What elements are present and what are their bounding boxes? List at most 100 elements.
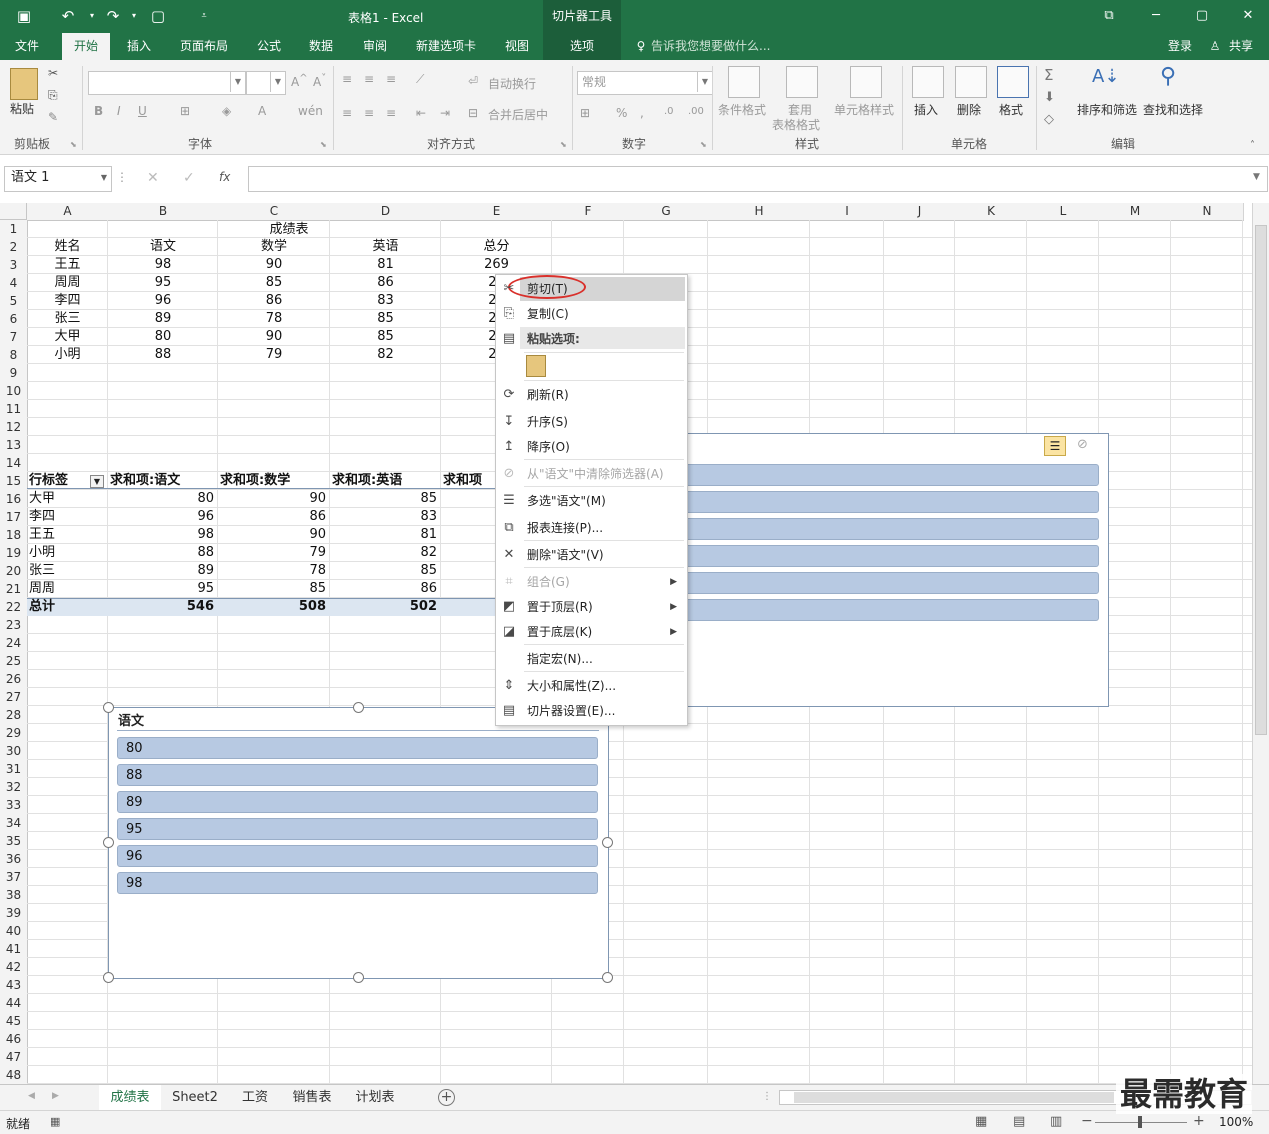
- autosum-icon[interactable]: Σ: [1044, 66, 1053, 84]
- column-header[interactable]: H: [708, 203, 811, 221]
- resize-handle[interactable]: [602, 837, 613, 848]
- cell-styles-icon[interactable]: [850, 66, 882, 98]
- context-menu-item[interactable]: 指定宏(N)...: [496, 647, 685, 671]
- multiselect-icon[interactable]: ☰: [1044, 436, 1066, 456]
- share-button[interactable]: 共享: [1226, 33, 1256, 60]
- align-center-icon[interactable]: ≡: [364, 106, 374, 120]
- cell[interactable]: 88: [108, 346, 218, 364]
- cell[interactable]: 王五: [29, 526, 104, 544]
- resize-handle[interactable]: [103, 837, 114, 848]
- tab-home[interactable]: 开始: [62, 33, 110, 60]
- column-header[interactable]: N: [1171, 203, 1244, 221]
- align-top-icon[interactable]: ≡: [342, 72, 352, 86]
- cell[interactable]: 96: [108, 292, 218, 310]
- context-menu-item[interactable]: ↥ 降序(O): [496, 435, 685, 459]
- paste-option-icon[interactable]: [526, 355, 546, 377]
- page-break-view-icon[interactable]: ▥: [1050, 1114, 1062, 1129]
- row-header[interactable]: 10: [0, 382, 28, 401]
- cell[interactable]: 86: [220, 508, 326, 526]
- add-sheet-icon[interactable]: +: [438, 1089, 455, 1106]
- accounting-icon[interactable]: ⊞: [580, 106, 590, 120]
- cell[interactable]: 英语: [330, 238, 441, 256]
- slicer-yuwen[interactable]: 语文 80 88 89 95 96 98: [108, 707, 609, 979]
- row-header[interactable]: 16: [0, 490, 28, 509]
- context-menu-item[interactable]: ⇕ 大小和属性(Z)...: [496, 674, 685, 698]
- tell-me-search[interactable]: 告诉我您想要做什么...: [651, 33, 771, 60]
- horizontal-scroll-thumb[interactable]: [794, 1092, 1114, 1103]
- row-header[interactable]: 19: [0, 544, 28, 563]
- column-header[interactable]: I: [810, 203, 885, 221]
- format-cells-icon[interactable]: [997, 66, 1029, 98]
- resize-handle[interactable]: [103, 702, 114, 713]
- column-header[interactable]: E: [441, 203, 553, 221]
- row-header[interactable]: 14: [0, 454, 28, 473]
- copy-icon[interactable]: ⎘: [48, 88, 58, 103]
- number-launcher-icon[interactable]: ⬊: [700, 140, 707, 149]
- zoom-slider-thumb[interactable]: [1138, 1116, 1142, 1128]
- cell[interactable]: 王五: [27, 256, 108, 274]
- cell[interactable]: 85: [330, 328, 441, 346]
- align-bottom-icon[interactable]: ≡: [386, 72, 396, 86]
- cell[interactable]: 82: [332, 544, 437, 562]
- cell[interactable]: 张三: [27, 310, 108, 328]
- cell[interactable]: 总计: [29, 598, 104, 616]
- maximize-button[interactable]: ▢: [1187, 4, 1217, 28]
- sort-filter-button[interactable]: 排序和筛选: [1077, 101, 1137, 118]
- delete-cells-icon[interactable]: [955, 66, 987, 98]
- cell[interactable]: 姓名: [27, 238, 108, 256]
- column-header[interactable]: L: [1027, 203, 1100, 221]
- cell[interactable]: 小明: [27, 346, 108, 364]
- row-label-filter-button[interactable]: ▼: [90, 475, 104, 488]
- cell[interactable]: 90: [218, 256, 330, 274]
- signin-link[interactable]: 登录: [1162, 33, 1198, 60]
- align-right-icon[interactable]: ≡: [386, 106, 396, 120]
- customize-toolbar-icon[interactable]: ⩡: [194, 6, 214, 26]
- row-header[interactable]: 41: [0, 940, 28, 959]
- fill-color-icon[interactable]: ◈: [222, 104, 231, 118]
- row-header[interactable]: 4: [0, 274, 28, 293]
- slicer-item[interactable]: 95: [117, 818, 598, 840]
- row-header[interactable]: 5: [0, 292, 28, 311]
- zoom-level[interactable]: 100%: [1219, 1115, 1253, 1129]
- find-select-button[interactable]: 查找和选择: [1143, 101, 1203, 118]
- cell[interactable]: 李四: [27, 292, 108, 310]
- tab-data[interactable]: 数据: [300, 33, 342, 60]
- row-header[interactable]: 21: [0, 580, 28, 599]
- row-header[interactable]: 9: [0, 364, 28, 383]
- cell[interactable]: 508: [220, 598, 326, 616]
- table-format-icon[interactable]: [786, 66, 818, 98]
- context-menu-item[interactable]: ↧ 升序(S): [496, 410, 685, 434]
- sheet-tab-salary[interactable]: 工资: [231, 1085, 279, 1110]
- row-header[interactable]: 39: [0, 904, 28, 923]
- cell[interactable]: 81: [330, 256, 441, 274]
- redo-dropdown-icon[interactable]: ▾: [124, 6, 144, 26]
- cell[interactable]: 85: [332, 562, 437, 580]
- cell[interactable]: 语文: [108, 238, 218, 256]
- wrap-text-button[interactable]: 自动换行: [488, 75, 536, 92]
- context-menu-item[interactable]: ⌗ 组合(G) ▶: [496, 570, 685, 594]
- cell[interactable]: 83: [330, 292, 441, 310]
- increase-indent-icon[interactable]: ⇥: [440, 106, 450, 120]
- row-header[interactable]: 32: [0, 778, 28, 797]
- tabs-split-icon[interactable]: ⋮: [762, 1091, 772, 1102]
- italic-icon[interactable]: I: [117, 104, 121, 118]
- find-icon[interactable]: ⚲: [1160, 64, 1176, 89]
- column-header[interactable]: C: [218, 203, 331, 221]
- insert-function-icon[interactable]: fx: [219, 170, 230, 184]
- column-header[interactable]: F: [552, 203, 625, 221]
- row-header[interactable]: 17: [0, 508, 28, 527]
- cell[interactable]: 求和项:数学: [220, 472, 328, 490]
- sort-filter-icon[interactable]: A⇣: [1092, 66, 1119, 87]
- merge-center-icon[interactable]: ⊟: [468, 106, 478, 120]
- cell[interactable]: 96: [110, 508, 214, 526]
- context-menu-item[interactable]: ⟳ 刷新(R): [496, 383, 685, 407]
- cell[interactable]: 98: [110, 526, 214, 544]
- cell[interactable]: 95: [110, 580, 214, 598]
- row-header[interactable]: 2: [0, 238, 28, 257]
- row-header[interactable]: 28: [0, 706, 28, 725]
- row-header[interactable]: 20: [0, 562, 28, 581]
- row-header[interactable]: 31: [0, 760, 28, 779]
- context-menu-item[interactable]: ⧉ 报表连接(P)...: [496, 516, 685, 540]
- cell[interactable]: 85: [330, 310, 441, 328]
- save-icon[interactable]: ▣: [14, 6, 34, 26]
